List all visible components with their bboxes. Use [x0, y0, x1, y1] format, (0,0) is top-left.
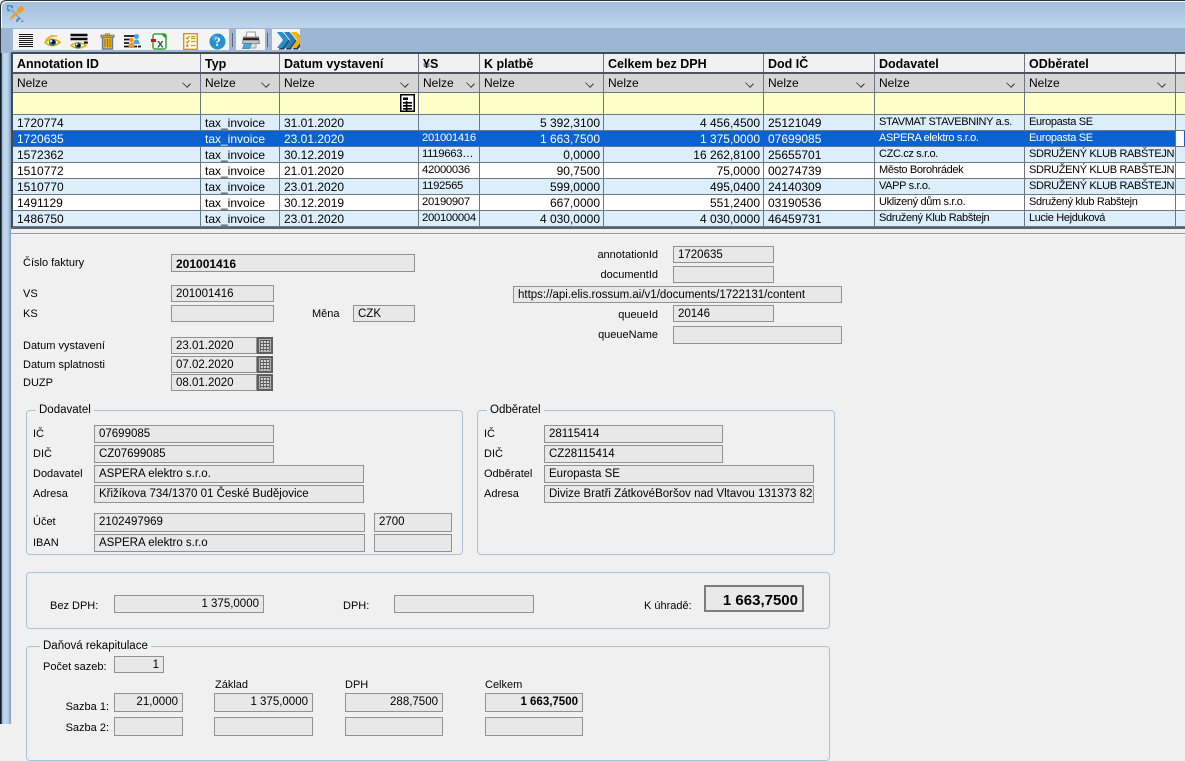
- svg-text:x: x: [157, 37, 164, 51]
- svg-text:?: ?: [214, 34, 221, 49]
